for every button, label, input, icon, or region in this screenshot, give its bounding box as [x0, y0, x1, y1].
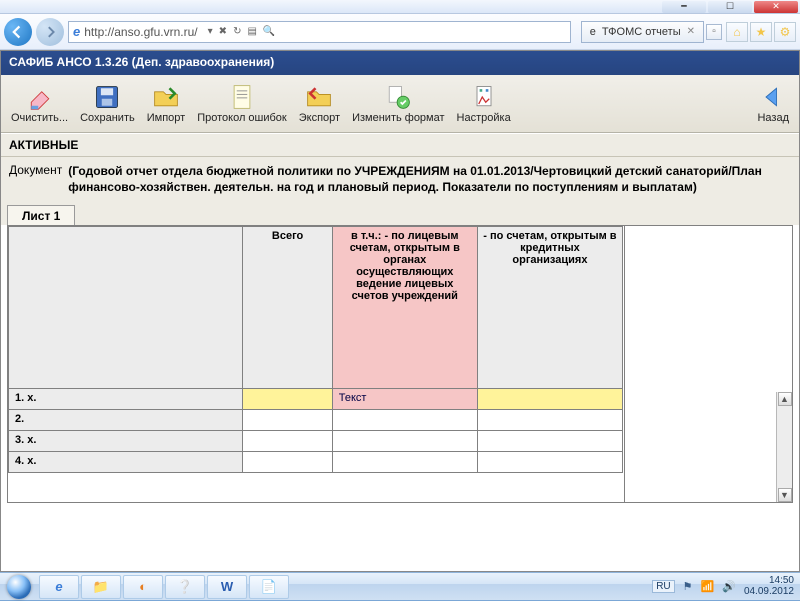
- row-number: 3. x.: [9, 431, 243, 452]
- table-row[interactable]: 4. x.: [9, 452, 623, 473]
- scroll-up-icon[interactable]: ▲: [778, 392, 792, 406]
- browser-back-button[interactable]: [4, 18, 32, 46]
- cell[interactable]: [332, 452, 477, 473]
- taskbar: e 📁 ◐ ❔ W 📄 RU ⚑ 📶 🔊 14:50 04.09.2012: [0, 572, 800, 600]
- table-row[interactable]: 2.: [9, 410, 623, 431]
- cell[interactable]: [243, 410, 332, 431]
- data-grid: Всего в т.ч.: - по лицевым счетам, откры…: [7, 225, 793, 503]
- selected-cell[interactable]: Текст: [332, 389, 477, 410]
- cell[interactable]: [477, 389, 622, 410]
- address-tools: ▾ ✖ ↻ ▤ 🔍: [206, 26, 278, 37]
- system-tray: RU ⚑ 📶 🔊 14:50 04.09.2012: [646, 576, 800, 597]
- clear-button[interactable]: Очистить...: [5, 81, 74, 126]
- window-close-button[interactable]: ✕: [754, 1, 798, 13]
- grid-header-blank: [9, 227, 243, 389]
- change-format-button[interactable]: Изменить формат: [346, 81, 450, 126]
- document-icon: [228, 83, 256, 111]
- search-icon[interactable]: 🔍: [261, 26, 277, 37]
- cell[interactable]: [243, 452, 332, 473]
- cell[interactable]: [332, 431, 477, 452]
- back-arrow-icon: [759, 83, 787, 111]
- cell[interactable]: [243, 431, 332, 452]
- folder-import-icon: [152, 83, 180, 111]
- settings-button[interactable]: Настройка: [451, 81, 517, 126]
- browser-forward-button[interactable]: [36, 18, 64, 46]
- cell[interactable]: [243, 389, 332, 410]
- cell[interactable]: [477, 431, 622, 452]
- grid-blank-area: [624, 226, 776, 502]
- dropdown-icon[interactable]: ▾: [206, 26, 215, 37]
- taskbar-notepad-button[interactable]: 📄: [249, 575, 289, 599]
- export-button[interactable]: Экспорт: [293, 81, 346, 126]
- app-header: САФИБ АНСО 1.3.26 (Деп. здравоохранения): [1, 51, 799, 75]
- app-toolbar: Очистить... Сохранить Импорт Протокол ош…: [1, 75, 799, 133]
- tools-button[interactable]: ⚙: [774, 22, 796, 42]
- app-title: САФИБ АНСО 1.3.26 (Деп. здравоохранения): [9, 55, 274, 69]
- row-number: 2.: [9, 410, 243, 431]
- import-button[interactable]: Импорт: [141, 81, 191, 126]
- ie-icon: e: [590, 26, 596, 38]
- grid-header-total: Всего: [243, 227, 332, 389]
- new-tab-button[interactable]: ▫: [706, 24, 722, 40]
- floppy-icon: [93, 83, 121, 111]
- eraser-icon: [26, 83, 54, 111]
- taskbar-help-button[interactable]: ❔: [165, 575, 205, 599]
- window-maximize-button[interactable]: ☐: [708, 1, 752, 13]
- tab-close-icon[interactable]: ✕: [687, 26, 695, 37]
- grid-header-accounts-treasury: в т.ч.: - по лицевым счетам, открытым в …: [332, 227, 477, 389]
- language-indicator[interactable]: RU: [652, 580, 674, 593]
- start-button[interactable]: [0, 573, 38, 601]
- taskbar-mediaplayer-button[interactable]: ◐: [123, 575, 163, 599]
- tray-flag-icon[interactable]: ⚑: [683, 580, 693, 593]
- table-row[interactable]: 3. x.: [9, 431, 623, 452]
- browser-nav-row: e http://anso.gfu.vrn.ru/ ▾ ✖ ↻ ▤ 🔍 e ТФ…: [0, 14, 800, 50]
- tab-title: ТФОМС отчеты: [602, 26, 681, 38]
- clock[interactable]: 14:50 04.09.2012: [744, 576, 794, 597]
- compat-icon[interactable]: ▤: [245, 26, 258, 37]
- settings-icon: [470, 83, 498, 111]
- cell[interactable]: [332, 410, 477, 431]
- row-number: 4. x.: [9, 452, 243, 473]
- taskbar-ie-button[interactable]: e: [39, 575, 79, 599]
- taskbar-word-button[interactable]: W: [207, 575, 247, 599]
- cell[interactable]: [477, 410, 622, 431]
- favorites-button[interactable]: ★: [750, 22, 772, 42]
- sheet-tabs: Лист 1: [1, 201, 799, 225]
- ie-icon: e: [73, 24, 80, 39]
- window-minimize-button[interactable]: ━: [662, 1, 706, 13]
- table-row[interactable]: 1. x. Текст: [9, 389, 623, 410]
- window-titlebar: ━ ☐ ✕: [0, 0, 800, 14]
- document-label: Документ: [9, 163, 62, 195]
- page-content: САФИБ АНСО 1.3.26 (Деп. здравоохранения)…: [0, 50, 800, 572]
- windows-orb-icon: [7, 575, 31, 599]
- vertical-scrollbar[interactable]: ▲ ▼: [776, 392, 792, 502]
- folder-export-icon: [305, 83, 333, 111]
- grid-header-accounts-credit: - по счетам, открытым в кредитных органи…: [477, 227, 622, 389]
- refresh-icon[interactable]: ↻: [231, 26, 243, 37]
- section-active-header: АКТИВНЫЕ: [1, 133, 799, 157]
- document-description: Документ (Годовой отчет отдела бюджетной…: [1, 157, 799, 201]
- scroll-down-icon[interactable]: ▼: [778, 488, 792, 502]
- browser-tab[interactable]: e ТФОМС отчеты ✕: [581, 21, 704, 43]
- save-button[interactable]: Сохранить: [74, 81, 141, 126]
- change-format-icon: [384, 83, 412, 111]
- back-button[interactable]: Назад: [751, 81, 795, 126]
- cell[interactable]: [477, 452, 622, 473]
- tray-network-icon[interactable]: 📶: [701, 580, 715, 593]
- protocol-button[interactable]: Протокол ошибок: [191, 81, 293, 126]
- document-text: (Годовой отчет отдела бюджетной политики…: [68, 163, 791, 195]
- stop-icon[interactable]: ✖: [217, 26, 229, 37]
- tray-volume-icon[interactable]: 🔊: [722, 580, 736, 593]
- address-url: http://anso.gfu.vrn.ru/: [84, 25, 197, 39]
- address-bar[interactable]: e http://anso.gfu.vrn.ru/ ▾ ✖ ↻ ▤ 🔍: [68, 21, 571, 43]
- taskbar-explorer-button[interactable]: 📁: [81, 575, 121, 599]
- home-button[interactable]: ⌂: [726, 22, 748, 42]
- row-number: 1. x.: [9, 389, 243, 410]
- sheet-tab-1[interactable]: Лист 1: [7, 205, 75, 225]
